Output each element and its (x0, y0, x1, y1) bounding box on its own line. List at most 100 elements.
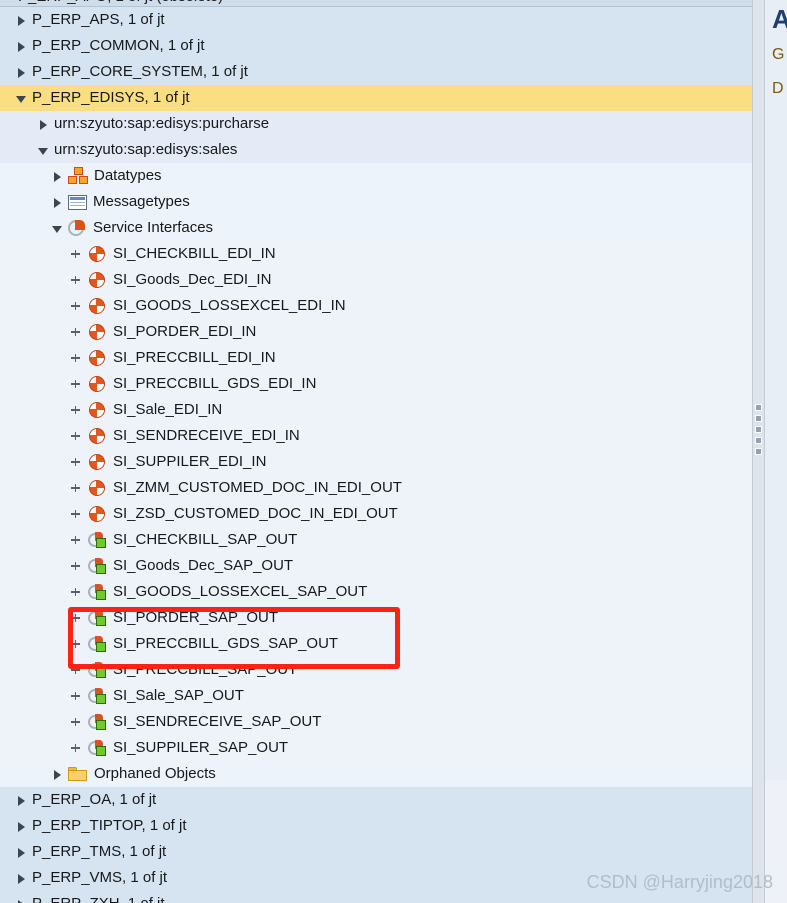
tree-row-label: SI_Goods_Dec_SAP_OUT (113, 557, 294, 574)
outbound-interface-icon (88, 583, 107, 602)
expand-plus-icon[interactable] (70, 742, 82, 754)
chevron-right-icon[interactable] (16, 821, 27, 832)
expand-plus-icon[interactable] (70, 690, 82, 702)
tree-row[interactable]: SI_CHECKBILL_EDI_IN (0, 241, 752, 267)
outbound-interface-icon (88, 687, 107, 706)
tree-row[interactable]: SI_PRECCBILL_EDI_IN (0, 345, 752, 371)
tree-row-label: SI_PRECCBILL_EDI_IN (113, 349, 276, 366)
inbound-interface-icon (88, 349, 107, 368)
expand-plus-icon[interactable] (70, 456, 82, 468)
tree-row[interactable]: SI_PORDER_SAP_OUT (0, 605, 752, 631)
expand-plus-icon[interactable] (70, 378, 82, 390)
tree-row-label: P_ERP_ZXH, 1 of jt (32, 891, 165, 903)
expand-plus-icon[interactable] (70, 274, 82, 286)
expand-plus-icon[interactable] (70, 326, 82, 338)
tree-row[interactable]: Messagetypes (0, 189, 752, 215)
tree-row[interactable]: SI_Sale_SAP_OUT (0, 683, 752, 709)
pane-splitter[interactable] (752, 0, 765, 903)
detail-pane-title: A (772, 4, 787, 34)
tree-row-label: P_ERP_OA, 1 of jt (32, 791, 157, 808)
chevron-right-icon[interactable] (16, 67, 27, 78)
chevron-down-icon[interactable] (16, 93, 27, 104)
tree-row[interactable]: urn:szyuto:sap:edisys:sales (0, 137, 752, 163)
tree-row-label: SI_Goods_Dec_EDI_IN (113, 271, 272, 288)
tree-row-label: SI_GOODS_LOSSEXCEL_EDI_IN (113, 297, 346, 314)
tree-row[interactable]: SI_ZSD_CUSTOMED_DOC_IN_EDI_OUT (0, 501, 752, 527)
inbound-interface-icon (88, 427, 107, 446)
tree-row-list: P_ERP_APS, 1 of jt P_ERP_COMMON, 1 of jt P… (0, 7, 752, 903)
tree-row-label: Orphaned Objects (94, 765, 216, 782)
tree-row-clipped[interactable]: P_ERP_APO, 1 of jt (obsolete) (0, 0, 752, 7)
watermark: CSDN @Harryjing2018 (586, 872, 773, 892)
tree-row-label: SI_CHECKBILL_SAP_OUT (113, 531, 298, 548)
chevron-right-icon[interactable] (52, 197, 63, 208)
expand-plus-icon[interactable] (70, 638, 82, 650)
tree-row-label: P_ERP_TIPTOP, 1 of jt (32, 817, 187, 834)
tree-row[interactable]: SI_CHECKBILL_SAP_OUT (0, 527, 752, 553)
chevron-right-icon[interactable] (16, 873, 27, 884)
tree-row[interactable]: SI_Goods_Dec_EDI_IN (0, 267, 752, 293)
tree-row-label: SI_SUPPILER_SAP_OUT (113, 739, 289, 756)
datatypes-icon (68, 167, 88, 185)
chevron-right-icon[interactable] (16, 41, 27, 52)
tree-row[interactable]: P_ERP_TIPTOP, 1 of jt (0, 813, 752, 839)
expand-plus-icon[interactable] (70, 508, 82, 520)
tree-row[interactable]: SI_PRECCBILL_GDS_EDI_IN (0, 371, 752, 397)
expand-plus-icon[interactable] (70, 716, 82, 728)
tree-row[interactable]: P_ERP_CORE_SYSTEM, 1 of jt (0, 59, 752, 85)
chevron-right-icon[interactable] (52, 171, 63, 182)
tree-row[interactable]: Orphaned Objects (0, 761, 752, 787)
tree-row[interactable]: SI_PRECCBILL_GDS_SAP_OUT (0, 631, 752, 657)
chevron-down-icon[interactable] (38, 145, 49, 156)
application-window: P_ERP_APO, 1 of jt (obsolete) P_ERP_APS,… (0, 0, 787, 903)
tree-row[interactable]: P_ERP_COMMON, 1 of jt (0, 33, 752, 59)
tree-row[interactable]: SI_Sale_EDI_IN (0, 397, 752, 423)
tree-row-label: SI_PRECCBILL_GDS_SAP_OUT (113, 635, 339, 652)
tree-row[interactable]: Service Interfaces (0, 215, 752, 241)
inbound-interface-icon (88, 271, 107, 290)
expand-plus-icon[interactable] (70, 586, 82, 598)
expand-plus-icon[interactable] (70, 664, 82, 676)
expand-plus-icon[interactable] (70, 534, 82, 546)
expand-plus-icon[interactable] (70, 560, 82, 572)
tree-row[interactable]: SI_GOODS_LOSSEXCEL_EDI_IN (0, 293, 752, 319)
expand-plus-icon[interactable] (70, 404, 82, 416)
tree-row[interactable]: urn:szyuto:sap:edisys:purcharse (0, 111, 752, 137)
chevron-right-icon[interactable] (16, 899, 27, 903)
tree-row[interactable]: SI_SENDRECEIVE_EDI_IN (0, 423, 752, 449)
tree-row-label: urn:szyuto:sap:edisys:purcharse (54, 115, 270, 132)
object-tree[interactable]: P_ERP_APS, 1 of jt P_ERP_COMMON, 1 of jt P… (0, 7, 752, 903)
expand-plus-icon[interactable] (70, 300, 82, 312)
tree-row[interactable]: SI_PRECCBILL_SAP_OUT (0, 657, 752, 683)
chevron-right-icon[interactable] (16, 795, 27, 806)
expand-plus-icon[interactable] (70, 612, 82, 624)
expand-plus-icon[interactable] (70, 430, 82, 442)
tree-row[interactable]: Datatypes (0, 163, 752, 189)
tree-row[interactable]: P_ERP_EDISYS, 1 of jt (0, 85, 752, 111)
tree-row[interactable]: SI_SUPPILER_SAP_OUT (0, 735, 752, 761)
tree-row[interactable]: P_ERP_OA, 1 of jt (0, 787, 752, 813)
detail-pane-line-1: G (772, 46, 785, 63)
inbound-interface-icon (88, 505, 107, 524)
chevron-right-icon[interactable] (16, 847, 27, 858)
chevron-right-icon[interactable] (38, 119, 49, 130)
inbound-interface-icon (88, 297, 107, 316)
tree-row[interactable]: SI_ZMM_CUSTOMED_DOC_IN_EDI_OUT (0, 475, 752, 501)
tree-row[interactable]: SI_SENDRECEIVE_SAP_OUT (0, 709, 752, 735)
tree-row[interactable]: SI_GOODS_LOSSEXCEL_SAP_OUT (0, 579, 752, 605)
tree-row[interactable]: P_ERP_TMS, 1 of jt (0, 839, 752, 865)
tree-row-label: SI_CHECKBILL_EDI_IN (113, 245, 276, 262)
outbound-interface-icon (88, 531, 107, 550)
splitter-grip-icon[interactable] (755, 404, 762, 459)
tree-row[interactable]: SI_SUPPILER_EDI_IN (0, 449, 752, 475)
outbound-interface-icon (88, 635, 107, 654)
tree-row[interactable]: SI_PORDER_EDI_IN (0, 319, 752, 345)
expand-plus-icon[interactable] (70, 482, 82, 494)
chevron-down-icon[interactable] (52, 223, 63, 234)
expand-plus-icon[interactable] (70, 352, 82, 364)
tree-row[interactable]: P_ERP_APS, 1 of jt (0, 7, 752, 33)
chevron-right-icon[interactable] (52, 769, 63, 780)
chevron-right-icon[interactable] (16, 15, 27, 26)
expand-plus-icon[interactable] (70, 248, 82, 260)
tree-row[interactable]: SI_Goods_Dec_SAP_OUT (0, 553, 752, 579)
